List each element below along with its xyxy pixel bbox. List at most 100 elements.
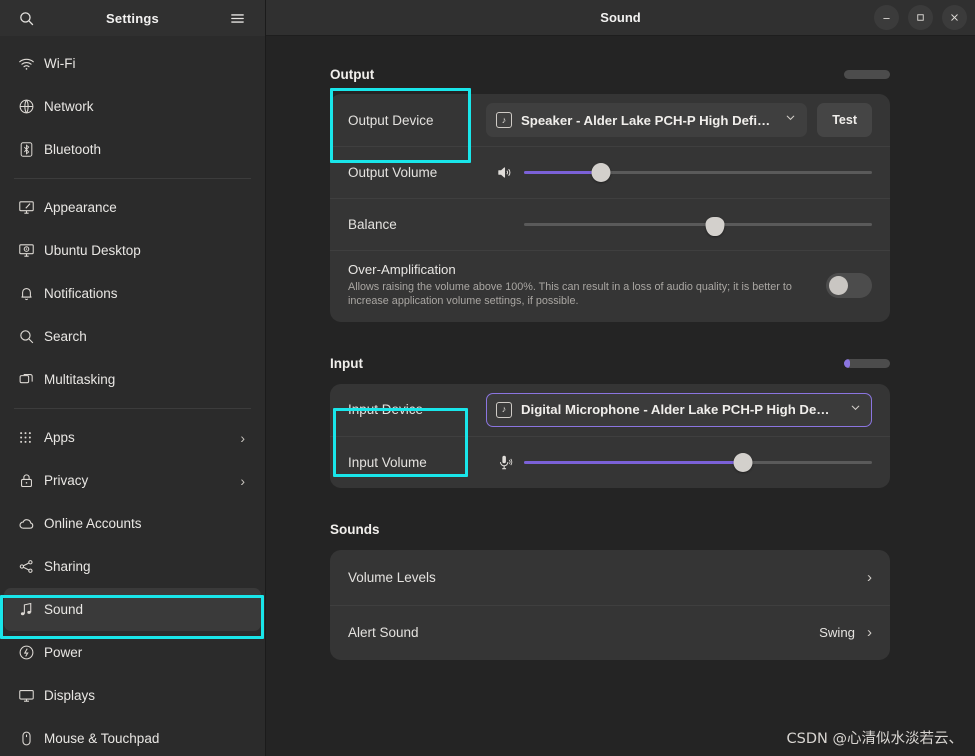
microphone-icon [486, 454, 522, 471]
output-volume-label: Output Volume [348, 165, 438, 180]
watermark: CSDN @心清似水淡若云、 [786, 731, 963, 747]
mouse-icon [18, 730, 44, 747]
sidebar-item-wifi[interactable]: Wi-Fi [4, 42, 261, 85]
sidebar-item-power[interactable]: Power [4, 631, 261, 674]
power-icon [18, 644, 44, 661]
over-amplification-description: Allows raising the volume above 100%. Th… [348, 281, 792, 308]
window-titlebar: Sound [266, 0, 975, 36]
settings-scroll-area[interactable]: Output Output Device ♪ Speaker - Alder L… [266, 36, 975, 756]
sidebar-item-label: Mouse & Touchpad [44, 731, 160, 746]
sidebar-item-label: Ubuntu Desktop [44, 243, 141, 258]
input-volume-label: Input Volume [348, 454, 427, 470]
sidebar-item-label: Appearance [44, 200, 117, 215]
sidebar-header: Settings [0, 0, 265, 36]
input-level-meter [844, 359, 890, 368]
minimize-button[interactable] [874, 5, 899, 30]
sidebar-item-appearance[interactable]: Appearance [4, 186, 261, 229]
bell-icon [18, 285, 44, 302]
sidebar-item-bluetooth[interactable]: Bluetooth [4, 128, 261, 171]
volume-levels-label: Volume Levels [348, 569, 436, 585]
over-amplification-title: Over-Amplification [348, 262, 456, 277]
apps-grid-icon [18, 430, 44, 445]
sidebar-item-label: Online Accounts [44, 516, 142, 531]
sidebar-divider [14, 408, 251, 409]
output-volume-slider[interactable] [524, 163, 872, 183]
alert-sound-value: Swing [819, 625, 855, 640]
sidebar-nav-list: Wi-Fi Network Bluetooth Appearance Ubunt… [0, 36, 265, 756]
sidebar-item-displays[interactable]: Displays [4, 674, 261, 717]
sidebar-item-label: Apps [44, 430, 75, 445]
output-device-value: Speaker - Alder Lake PCH-P High Defi… [521, 112, 771, 128]
ubuntu-desktop-icon [18, 242, 44, 259]
output-volume-row: Output Volume [330, 146, 890, 198]
sidebar-item-notifications[interactable]: Notifications [4, 272, 261, 315]
display-icon [18, 687, 44, 704]
sidebar-item-label: Wi-Fi [44, 56, 76, 71]
hamburger-menu-icon[interactable] [223, 4, 251, 32]
input-device-value: Digital Microphone - Alder Lake PCH-P Hi… [521, 402, 830, 417]
output-device-row: Output Device ♪ Speaker - Alder Lake PCH… [330, 94, 890, 146]
sounds-heading: Sounds [330, 522, 380, 537]
sidebar-item-online-accounts[interactable]: Online Accounts [4, 502, 261, 545]
chevron-down-icon [849, 401, 862, 419]
speaker-volume-icon [486, 164, 522, 181]
chevron-down-icon [784, 111, 797, 129]
sidebar-item-ubuntu-desktop[interactable]: Ubuntu Desktop [4, 229, 261, 272]
settings-window: Settings Wi-Fi Network Bluetooth Appeara… [0, 0, 975, 756]
input-volume-slider[interactable] [524, 452, 872, 472]
output-device-dropdown[interactable]: ♪ Speaker - Alder Lake PCH-P High Defi… [486, 103, 808, 137]
test-button[interactable]: Test [817, 103, 872, 137]
chevron-right-icon: › [240, 472, 245, 489]
close-button[interactable] [942, 5, 967, 30]
maximize-button[interactable] [908, 5, 933, 30]
search-icon [18, 328, 44, 345]
alert-sound-label: Alert Sound [348, 625, 419, 640]
sidebar-item-label: Network [44, 99, 94, 114]
search-icon[interactable] [12, 4, 40, 32]
volume-levels-row[interactable]: Volume Levels › [330, 550, 890, 605]
sidebar-item-search[interactable]: Search [4, 315, 261, 358]
output-card: Output Device ♪ Speaker - Alder Lake PCH… [330, 94, 890, 322]
sidebar-divider [14, 178, 251, 179]
output-level-meter [844, 69, 890, 79]
wifi-icon [18, 55, 44, 72]
output-heading: Output [330, 66, 375, 82]
alert-sound-row[interactable]: Alert Sound Swing › [330, 604, 890, 660]
output-section-header: Output [330, 64, 890, 84]
lock-icon [18, 472, 44, 489]
sidebar-item-label: Power [44, 645, 83, 660]
sidebar-item-label: Bluetooth [44, 142, 102, 157]
sounds-card: Volume Levels › Alert Sound Swing › [330, 549, 890, 660]
bluetooth-icon [18, 141, 44, 158]
sidebar-item-label: Sharing [44, 559, 91, 574]
sidebar-item-network[interactable]: Network [4, 85, 261, 128]
multitasking-icon [18, 371, 44, 388]
input-device-row: Input Device ♪ Digital Microphone - Alde… [330, 384, 890, 436]
network-icon [18, 98, 44, 115]
over-amplification-row: Over-Amplification Allows raising the vo… [330, 250, 890, 322]
over-amplification-toggle[interactable] [826, 272, 872, 298]
sidebar-item-sharing[interactable]: Sharing [4, 545, 261, 588]
input-device-dropdown[interactable]: ♪ Digital Microphone - Alder Lake PCH-P … [486, 392, 872, 427]
music-note-badge-icon: ♪ [496, 401, 512, 418]
sidebar-item-label: Sound [44, 602, 84, 617]
sounds-section-header: Sounds [330, 520, 890, 540]
input-volume-row: Input Volume [330, 435, 890, 488]
sidebar-item-mouse-touchpad[interactable]: Mouse & Touchpad [4, 717, 261, 756]
appearance-icon [18, 199, 44, 216]
sounds-section: Sounds Volume Levels › Alert Sound Swing… [330, 520, 890, 660]
sidebar-item-multitasking[interactable]: Multitasking [4, 358, 261, 401]
input-heading: Input [330, 356, 363, 371]
sidebar-item-label: Displays [44, 688, 96, 703]
input-device-label: Input Device [348, 402, 424, 417]
sidebar-item-privacy[interactable]: Privacy › [4, 459, 261, 502]
sidebar-item-label: Search [44, 329, 87, 344]
sidebar-item-label: Privacy [44, 473, 89, 488]
cloud-icon [18, 515, 44, 533]
window-title: Sound [600, 10, 641, 25]
sidebar-item-label: Multitasking [44, 372, 116, 387]
sidebar-item-sound[interactable]: Sound [4, 588, 261, 631]
balance-slider[interactable] [524, 215, 872, 236]
balance-label: Balance [348, 217, 397, 232]
sidebar-item-apps[interactable]: Apps › [4, 416, 261, 459]
